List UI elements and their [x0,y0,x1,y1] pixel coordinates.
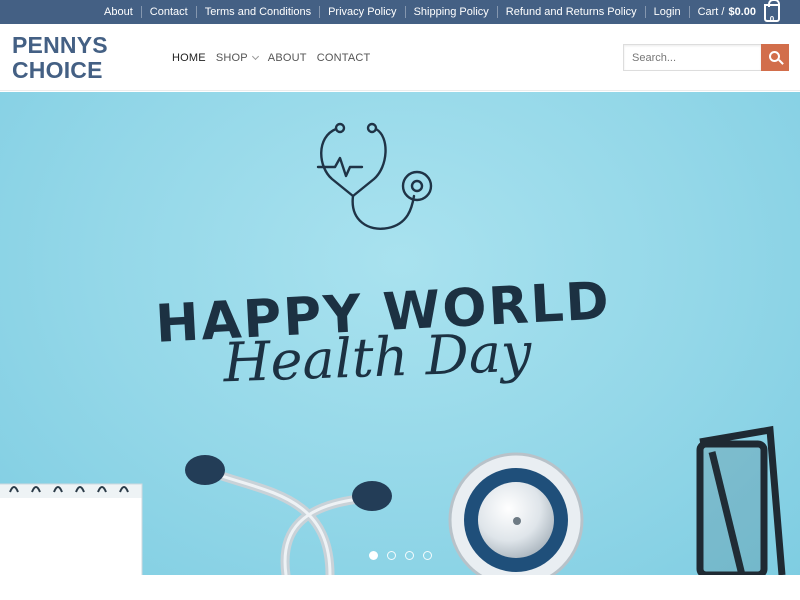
top-link-contact[interactable]: Contact [142,0,196,24]
nav-about[interactable]: ABOUT [268,52,307,64]
search-button[interactable] [761,44,789,71]
nav-contact[interactable]: CONTACT [317,52,371,64]
logo-line-2: CHOICE [12,57,103,83]
search-input[interactable] [623,44,761,71]
top-link-refund[interactable]: Refund and Returns Policy [498,0,645,24]
slider-dots [369,551,432,560]
nav-about-label: ABOUT [267,51,307,64]
nav-home-label: HOME [172,51,206,64]
nav-home[interactable]: HOME [172,52,206,64]
logo-line-1: PENNYS [12,32,108,58]
slider-dot-3[interactable] [405,551,414,560]
search-icon [768,51,780,62]
cart-label: Cart / [697,6,725,18]
top-link-privacy[interactable]: Privacy Policy [320,0,404,24]
nav-shop[interactable]: SHOP [215,51,259,64]
cart-link[interactable]: Cart / $0.00 0 [690,0,788,24]
shopping-bag-icon: 0 [764,0,780,24]
top-link-about[interactable]: About [96,0,141,24]
top-link-terms[interactable]: Terms and Conditions [197,0,319,24]
hero-slider[interactable]: HAPPY WORLD Health Day [0,92,800,575]
top-link-shipping[interactable]: Shipping Policy [406,0,497,24]
notepad-illustration [0,483,143,575]
stethoscope-icon [316,122,433,230]
slider-dot-1[interactable] [369,551,378,560]
slider-dot-4[interactable] [423,551,432,560]
top-bar: About Contact Terms and Conditions Priva… [0,0,800,24]
cart-total: $0.00 [728,6,756,18]
top-link-login[interactable]: Login [646,0,689,24]
slider-dot-2[interactable] [387,551,396,560]
nav-contact-label: CONTACT [316,51,371,64]
site-logo[interactable]: PENNYS CHOICE [12,33,108,83]
hero-script-text: Health Day [221,321,534,395]
site-header: PENNYS CHOICE HOME SHOP ABOUT CONTACT [0,24,800,91]
eyeglasses-illustration [696,425,786,575]
main-nav: HOME SHOP ABOUT CONTACT [172,24,370,91]
nav-shop-label: SHOP [215,51,248,64]
search-form [623,44,789,71]
chevron-down-icon [251,52,259,60]
hero-illustration: HAPPY WORLD Health Day [0,122,786,575]
